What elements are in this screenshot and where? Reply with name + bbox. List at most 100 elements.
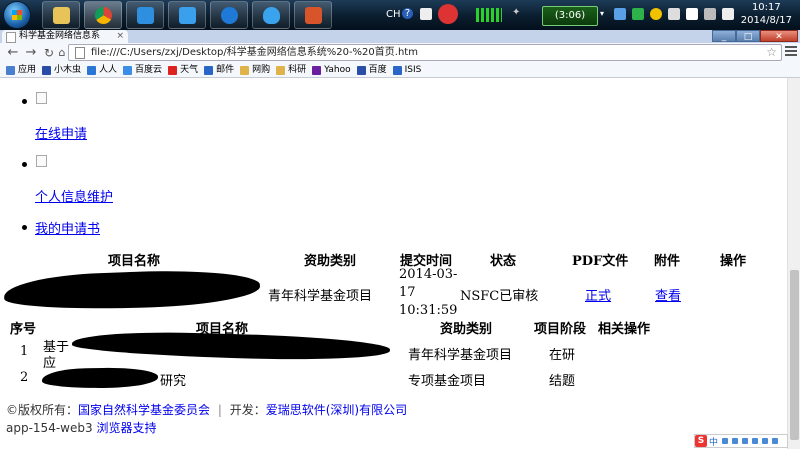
bookmark-item[interactable]: 天气	[168, 63, 198, 77]
row-index: 1	[20, 344, 29, 359]
bookmark-label: 人人	[99, 65, 118, 75]
pdf-link[interactable]: 正式	[585, 285, 611, 304]
footer-separator: |	[217, 403, 222, 417]
maximize-button[interactable]: □	[736, 30, 760, 42]
forward-arrow-icon[interactable]: →	[24, 45, 38, 61]
redacted-project-name	[41, 366, 159, 390]
ie-icon	[221, 7, 238, 24]
flag-icon[interactable]	[668, 8, 680, 20]
close-button[interactable]: ✕	[760, 30, 798, 42]
scrollbar-thumb[interactable]	[790, 270, 799, 440]
hamburger-menu-icon[interactable]	[785, 46, 797, 58]
browser-support-link[interactable]: 浏览器支持	[96, 421, 156, 435]
reload-icon[interactable]: ↻	[42, 45, 56, 61]
bookmark-item[interactable]: 网购	[240, 63, 270, 77]
emoji-icon[interactable]	[732, 438, 739, 444]
minimize-button[interactable]: _	[712, 30, 736, 42]
attachment-link[interactable]: 查看	[655, 285, 681, 304]
tab-title: 科学基金网络信息系	[19, 31, 101, 41]
back-arrow-icon[interactable]: ←	[6, 45, 20, 61]
online-apply-link[interactable]: 在线申请	[35, 123, 87, 142]
submit-date-cell: 2014-03-	[399, 267, 458, 282]
bookmark-icon	[42, 65, 52, 75]
volume-icon[interactable]	[722, 8, 734, 20]
broken-image-icon	[36, 155, 47, 167]
bookmark-star-icon[interactable]: ☆	[766, 45, 777, 60]
taskbar-baiduyun-button[interactable]	[168, 1, 206, 29]
network-icon[interactable]	[614, 8, 626, 20]
funding-type-cell: 青年科学基金项目	[268, 289, 373, 304]
row-index: 2	[20, 370, 29, 385]
qq-icon	[263, 7, 280, 24]
col-header-status: 状态	[490, 254, 517, 269]
bookmark-icon	[392, 65, 402, 75]
home-icon[interactable]: ⌂	[55, 45, 69, 61]
bookmarks-bar: 应用 小木虫 人人 百度云 天气 邮件 网购 科研 Yahoo 百度 ISIS	[0, 63, 800, 78]
cloud-icon	[179, 7, 196, 24]
tray-expand-icon[interactable]: ▾	[600, 9, 604, 18]
clock-date: 2014/8/17	[740, 15, 792, 26]
vertical-scrollbar[interactable]	[787, 78, 800, 449]
project-name-end: 应	[43, 356, 57, 371]
bookmark-item[interactable]: 人人	[87, 63, 117, 77]
bullet	[22, 99, 27, 104]
bookmark-item[interactable]: 科研	[276, 63, 306, 77]
ime-mode[interactable]: 中	[709, 435, 718, 448]
bookmark-label: ISIS	[404, 65, 422, 75]
keyboard-icon[interactable]	[420, 8, 432, 20]
bookmark-item[interactable]: 应用	[6, 63, 36, 77]
punctuation-icon[interactable]	[722, 438, 729, 444]
shield-icon[interactable]	[632, 8, 644, 20]
bookmark-item[interactable]: 邮件	[204, 63, 234, 77]
url-text: file:///C:/Users/zxj/Desktop/科学基金网络信息系统%…	[91, 47, 418, 58]
developer-label: 开发：	[229, 403, 266, 417]
signal-icon[interactable]	[704, 8, 716, 20]
bookmark-item[interactable]: 百度云	[123, 63, 162, 77]
toolbox-icon[interactable]	[772, 438, 779, 444]
bullet	[22, 162, 27, 167]
notification-icon[interactable]	[650, 8, 662, 20]
bookmark-item[interactable]: Yahoo	[312, 63, 351, 77]
battery-indicator[interactable]: (3:06)	[542, 6, 598, 26]
bookmark-item[interactable]: 百度	[356, 63, 387, 77]
bookmark-label: 百度	[368, 65, 387, 75]
bookmark-icon	[87, 65, 97, 75]
bookmark-label: 网购	[252, 65, 271, 75]
bookmark-label: 天气	[180, 65, 199, 75]
bookmark-icon	[6, 65, 15, 75]
bookmark-item[interactable]: 小木虫	[42, 63, 81, 77]
ime-toolbar[interactable]: S 中	[694, 434, 788, 448]
skin-icon[interactable]	[762, 438, 769, 444]
chrome-icon	[95, 7, 112, 24]
language-indicator[interactable]: CH	[386, 9, 401, 20]
security-icon[interactable]	[438, 4, 458, 24]
taskbar-app-button[interactable]	[126, 1, 164, 29]
browser-tab[interactable]: 科学基金网络信息系 ×	[2, 30, 128, 43]
help-icon[interactable]: ?	[402, 8, 413, 19]
bookmark-icon	[356, 65, 366, 75]
profile-link[interactable]: 个人信息维护	[35, 186, 113, 205]
taskbar-chrome-button[interactable]	[84, 1, 122, 29]
address-bar[interactable]: file:///C:/Users/zxj/Desktop/科学基金网络信息系统%…	[68, 44, 782, 61]
keyboard-icon[interactable]	[752, 438, 759, 444]
my-applications-link[interactable]: 我的申请书	[35, 218, 100, 237]
bookmark-label: 百度云	[135, 65, 163, 75]
taskbar-qq-button[interactable]	[252, 1, 290, 29]
power-icon[interactable]	[686, 8, 698, 20]
bookmark-icon	[312, 65, 322, 75]
wifi-icon[interactable]: ✦	[512, 7, 524, 19]
col-header-attachment: 附件	[654, 254, 681, 269]
tab-close-icon[interactable]: ×	[116, 30, 124, 43]
clock[interactable]: 10:17 2014/8/17	[741, 1, 792, 27]
bookmark-item[interactable]: ISIS	[392, 63, 422, 77]
signal-strength-icon[interactable]	[476, 8, 502, 22]
taskbar-office-button[interactable]	[294, 1, 332, 29]
funding-type-cell: 青年科学基金项目	[408, 348, 513, 363]
page-icon	[6, 32, 16, 43]
taskbar-explorer-button[interactable]	[42, 1, 80, 29]
voice-icon[interactable]	[742, 438, 749, 444]
nsfc-link[interactable]: 国家自然科学基金委员会	[78, 403, 210, 417]
start-button[interactable]	[4, 2, 30, 28]
taskbar-ie-button[interactable]	[210, 1, 248, 29]
developer-link[interactable]: 爱瑞思软件(深圳)有限公司	[266, 403, 407, 417]
